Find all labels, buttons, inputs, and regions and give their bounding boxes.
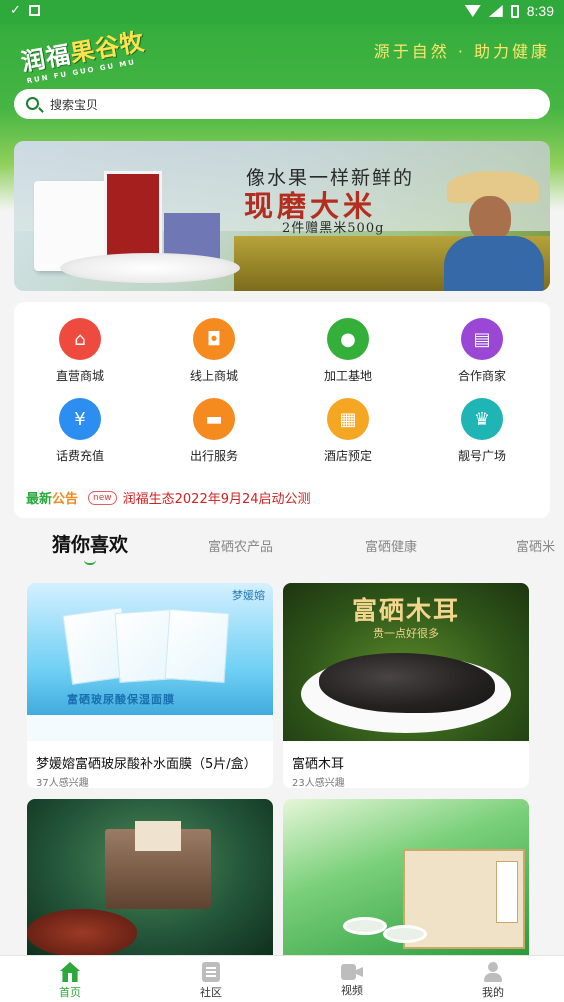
bottom-nav: 首页 社区 视频 我的 [0,955,564,1002]
building-icon: ▦ [327,398,369,440]
active-tab-indicator [84,560,96,565]
basket-icon: ♛ [461,398,503,440]
download-check-icon: ✓ [10,3,21,18]
search-input[interactable]: 搜索宝贝 [50,96,98,113]
product-name: 梦媛嫆富硒玻尿酸补水面膜（5片/盒） [36,757,257,772]
community-icon [202,962,220,982]
product-image: 富硒木耳 贵一点好很多 [283,583,529,741]
nav-profile[interactable]: 我的 [453,962,533,1000]
profile-icon [482,962,504,982]
banner-pagination [14,281,550,291]
product-card[interactable]: 富硒木耳 贵一点好很多 富硒木耳 23人感兴趣 [283,583,529,788]
shopping-bag-icon: ◘ [193,318,235,360]
nav-community[interactable]: 社区 [171,962,251,1000]
product-interest-count: 23人感兴趣 [292,778,345,788]
store-icon: ⌂ [59,318,101,360]
car-icon: ▬ [193,398,235,440]
category-processing-base[interactable]: ● 加工基地 [298,318,398,384]
product-interest-count: 37人感兴趣 [36,778,89,788]
nav-home[interactable]: 首页 [30,962,110,1000]
search-icon [26,97,39,110]
announcement-bar[interactable]: 最新 公告 new 润福生态2022年9月24启动公测 [26,488,311,507]
category-travel[interactable]: ▬ 出行服务 [164,398,264,464]
category-partner-merchant[interactable]: ▤ 合作商家 [432,318,532,384]
product-card[interactable]: 梦媛嫆 富硒玻尿酸保湿面膜 梦媛嫆富硒玻尿酸补水面膜（5片/盒） 37人感兴趣 [27,583,273,788]
announcement-text[interactable]: 润福生态2022年9月24启动公测 [123,488,311,507]
status-time: 8:39 [526,3,554,19]
category-vip-number[interactable]: ♛ 靓号广场 [432,398,532,464]
category-direct-store[interactable]: ⌂ 直营商城 [30,318,130,384]
product-name: 富硒木耳 [292,757,345,772]
notification-icon [28,5,40,16]
tab-selenium-farm-products[interactable]: 富硒农产品 [208,536,273,555]
phone-recharge-icon: ¥ [59,398,101,440]
banner-offer: 2件赠黑米500g [282,221,385,236]
product-tabs: 猜你喜欢 富硒农产品 富硒健康 富硒米 [0,522,564,572]
product-image: 梦媛嫆 富硒玻尿酸保湿面膜 [27,583,273,741]
nav-video[interactable]: 视频 [312,962,392,998]
tab-selenium-rice[interactable]: 富硒米 [516,536,564,555]
shop-front-icon: ▤ [461,318,503,360]
category-hotel[interactable]: ▦ 酒店预定 [298,398,398,464]
egg-icon: ● [327,318,369,360]
product-card[interactable] [27,799,273,955]
category-phone-recharge[interactable]: ¥ 话费充值 [30,398,130,464]
home-icon [60,962,80,982]
tab-guess-you-like[interactable]: 猜你喜欢 [52,530,128,557]
product-image [27,799,273,955]
tab-selenium-health[interactable]: 富硒健康 [365,536,417,555]
search-bar[interactable]: 搜索宝贝 [14,89,550,119]
battery-icon [510,4,519,18]
category-grid: ⌂ 直营商城 ◘ 线上商城 ● 加工基地 ▤ 合作商家 ¥ 话费充值 ▬ 出行服… [14,302,550,518]
rice-bowl-image [60,253,240,283]
video-icon [341,964,363,980]
category-online-store[interactable]: ◘ 线上商城 [164,318,264,384]
wifi-icon [464,5,481,17]
promo-banner[interactable]: 像水果一样新鲜的 现磨大米 2件赠黑米500g [14,141,550,291]
slogan: 源于自然 · 助力健康 [373,42,550,61]
app-logo: 润福果谷牧 RUN FU GUO GU MU [18,27,147,86]
product-image [283,799,529,955]
product-card[interactable] [283,799,529,955]
signal-icon [488,5,503,17]
new-badge: new [88,490,117,505]
status-bar: ✓ 8:39 [0,0,564,24]
